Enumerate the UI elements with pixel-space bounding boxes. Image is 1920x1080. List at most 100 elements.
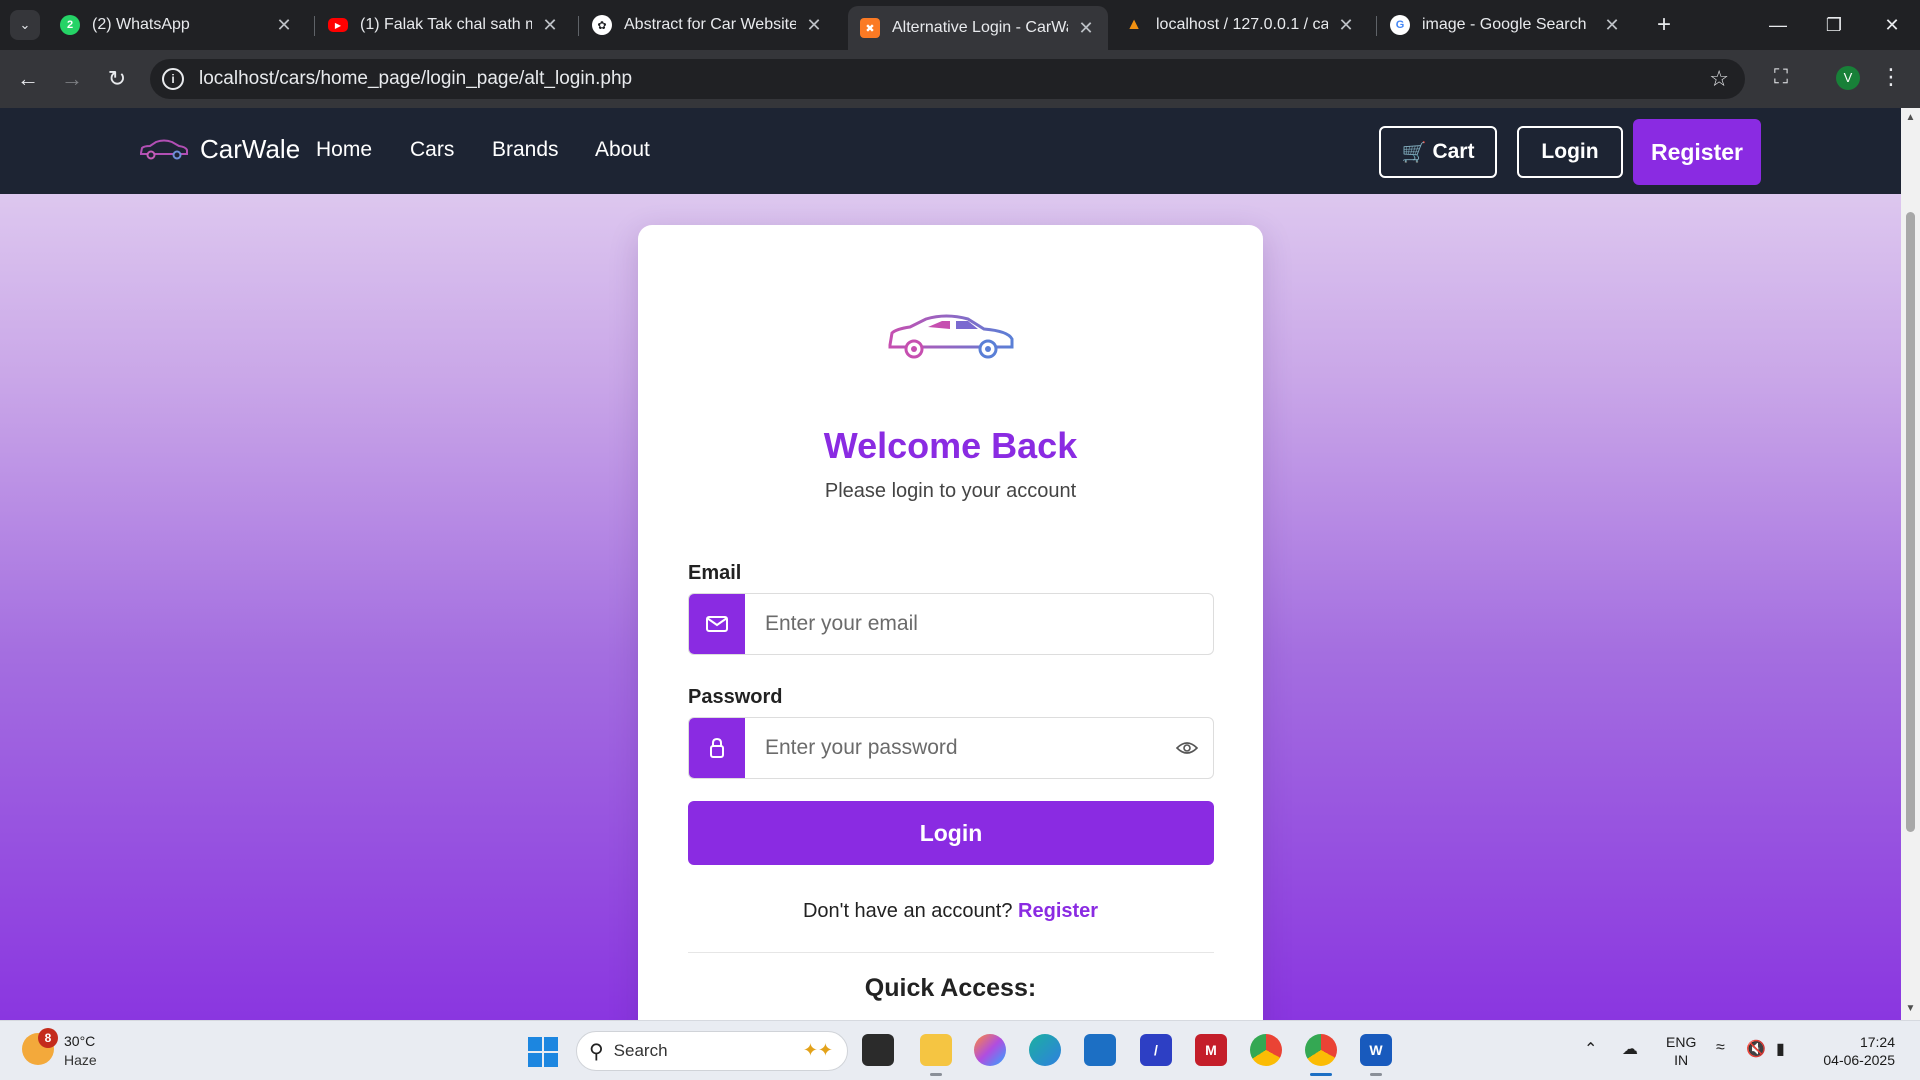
url-text[interactable]: localhost/cars/home_page/login_page/alt_… [199,68,632,90]
close-icon[interactable]: ✕ [1336,15,1356,36]
onedrive-icon[interactable]: ☁ [1622,1039,1638,1059]
tab-separator [578,16,579,36]
back-icon[interactable]: ← [14,65,42,93]
restore-icon[interactable]: ❐ [1814,10,1854,40]
youtube-icon: ▶ [328,18,348,32]
nav-brands[interactable]: Brands [492,138,559,162]
tab-title: (2) WhatsApp [92,16,190,33]
tab-strip: ⌄ 2 (2) WhatsApp ✕ ▶ (1) Falak Tak chal … [0,0,1920,50]
wifi-icon[interactable]: ≈ [1716,1039,1725,1057]
volume-muted-icon[interactable]: 🔇 [1746,1039,1766,1059]
browser-toolbar: ← → ↻ i localhost/cars/home_page/login_p… [0,50,1920,108]
tab-youtube[interactable]: ▶ (1) Falak Tak chal sath mere ✕ [316,8,572,42]
whatsapp-icon: 2 [60,15,80,35]
battery-icon[interactable]: ▮ [1776,1039,1785,1059]
file-explorer-icon[interactable] [920,1034,952,1066]
brand-name[interactable]: CarWale [200,134,300,165]
eye-icon[interactable] [1161,718,1213,778]
email-input[interactable] [745,594,1213,654]
tab-google[interactable]: G image - Google Search ✕ [1378,8,1634,42]
chrome-profile-icon[interactable] [1305,1034,1337,1066]
tab-title: Alternative Login - CarWale [892,19,1068,36]
scroll-up-icon[interactable]: ▲ [1904,112,1917,125]
copilot-icon[interactable] [974,1034,1006,1066]
bookmark-star-icon[interactable]: ☆ [1709,66,1729,92]
close-icon[interactable]: ✕ [1602,15,1622,36]
close-icon[interactable]: ✕ [274,15,294,36]
windows-start-icon[interactable] [528,1037,558,1067]
weather-temperature[interactable]: 30°C [64,1033,95,1049]
tab-whatsapp[interactable]: 2 (2) WhatsApp ✕ [48,8,306,42]
tab-title: Abstract for Car Website [624,16,796,33]
search-icon: ⚲ [589,1040,604,1063]
reload-icon[interactable]: ↻ [103,65,131,93]
taskbar-search-label: Search [613,1041,668,1060]
cart-button[interactable]: 🛒 Cart [1379,126,1497,178]
microsoft-store-icon[interactable] [1084,1034,1116,1066]
register-nav-button[interactable]: Register [1633,119,1761,185]
region-code: IN [1674,1052,1689,1068]
word-icon[interactable]: W [1360,1034,1392,1066]
login-nav-button[interactable]: Login [1517,126,1623,178]
tab-separator [314,16,315,36]
mcafee-icon[interactable]: M [1195,1034,1227,1066]
password-label: Password [688,686,783,708]
chrome-icon[interactable] [1250,1034,1282,1066]
language-code: ENG [1666,1034,1697,1050]
login-card: Welcome Back Please login to your accoun… [638,225,1263,1020]
scroll-thumb[interactable] [1906,212,1915,832]
lock-icon [689,718,745,778]
scroll-down-icon[interactable]: ▼ [1904,1003,1917,1016]
sparkle-icon: ✦✦ [802,1040,833,1060]
edge-icon[interactable] [1029,1034,1061,1066]
google-icon: G [1390,15,1410,35]
site-navbar: CarWale Home Cars Brands About 🛒 Cart Lo… [0,108,1901,194]
envelope-icon [689,594,745,654]
chatgpt-icon: ✿ [592,15,612,35]
language-indicator[interactable]: ENG IN [1666,1033,1696,1069]
app-running-indicator [930,1073,942,1076]
tab-alternative-login[interactable]: ✖ Alternative Login - CarWale ✕ [848,6,1108,50]
task-view-icon[interactable] [862,1034,894,1066]
close-icon[interactable]: ✕ [540,15,560,36]
chevron-up-icon[interactable]: ⌃ [1584,1039,1597,1059]
signup-prompt-text: Don't have an account? [802,900,1013,922]
password-input[interactable] [745,718,1161,778]
email-input-group [688,593,1214,655]
address-bar[interactable]: i localhost/cars/home_page/login_page/al… [150,59,1745,99]
tab-chatgpt[interactable]: ✿ Abstract for Car Website ✕ [580,8,836,42]
site-info-icon[interactable]: i [162,68,184,90]
register-link[interactable]: Register [1018,900,1098,922]
cart-label: Cart [1432,140,1475,163]
time: 17:24 [1859,1034,1895,1050]
forward-icon[interactable]: → [58,65,86,93]
profile-avatar[interactable]: V [1836,66,1860,90]
page-scrollbar[interactable]: ▲ ▼ [1901,108,1920,1020]
tab-title: image - Google Search [1422,16,1587,33]
tab-search-icon[interactable]: ⌄ [10,10,40,40]
date: 04-06-2025 [1823,1052,1895,1068]
new-tab-button[interactable]: + [1650,12,1678,40]
nav-about[interactable]: About [595,138,650,162]
password-input-group [688,717,1214,779]
nav-home[interactable]: Home [316,138,372,162]
car-logo-icon[interactable] [138,136,190,162]
cart-icon: 🛒 [1401,141,1427,164]
editor-app-icon[interactable]: / [1140,1034,1172,1066]
menu-icon[interactable]: ⋮ [1880,64,1902,92]
nav-cars[interactable]: Cars [410,138,454,162]
taskbar-search[interactable]: ⚲ Search ✦✦ [576,1031,848,1071]
clock[interactable]: 17:24 04-06-2025 [1815,1033,1895,1069]
weather-description[interactable]: Haze [64,1052,97,1068]
minimize-icon[interactable]: — [1758,10,1798,40]
extensions-icon[interactable]: ⛶ [1768,66,1794,92]
welcome-heading: Welcome Back [823,425,1078,466]
xampp-icon: ✖ [860,18,880,38]
close-icon[interactable]: ✕ [804,15,824,36]
close-window-icon[interactable]: ✕ [1872,10,1912,40]
close-icon[interactable]: ✕ [1076,18,1096,39]
app-running-indicator [1370,1073,1382,1076]
login-submit-button[interactable]: Login [688,801,1214,865]
tab-phpmyadmin[interactable]: ▲ localhost / 127.0.0.1 / cars ✕ [1112,8,1368,42]
car-logo-icon [888,314,1014,359]
